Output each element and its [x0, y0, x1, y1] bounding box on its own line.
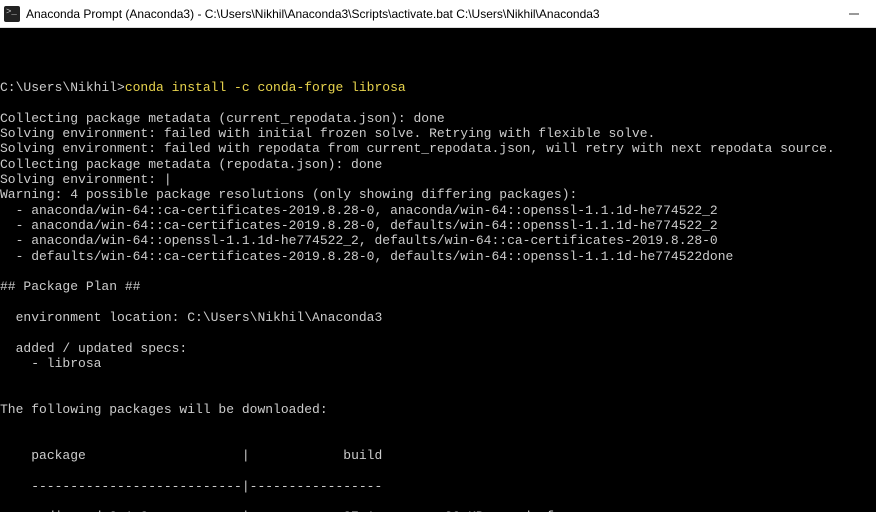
output-line: - anaconda/win-64::ca-certificates-2019.… [0, 203, 876, 218]
output-line: environment location: C:\Users\Nikhil\An… [0, 310, 876, 325]
output-line: - anaconda/win-64::ca-certificates-2019.… [0, 218, 876, 233]
blank-line [0, 49, 876, 64]
output-line: The following packages will be downloade… [0, 402, 876, 417]
minimize-icon [849, 9, 859, 19]
output-line [0, 295, 876, 310]
output-line [0, 387, 876, 402]
output-line: Collecting package metadata (current_rep… [0, 111, 876, 126]
table-separator: ---------------------------|------------… [0, 479, 876, 494]
output-line: Warning: 4 possible package resolutions … [0, 187, 876, 202]
minimize-button[interactable] [831, 0, 876, 28]
col-build: build [343, 448, 382, 463]
output-line [0, 417, 876, 432]
output-line: - defaults/win-64::ca-certificates-2019.… [0, 249, 876, 264]
entered-command: conda install -c conda-forge librosa [125, 80, 406, 95]
terminal-output[interactable]: C:\Users\Nikhil>conda install -c conda-f… [0, 28, 876, 512]
output-line: Collecting package metadata (repodata.js… [0, 157, 876, 172]
table-header-row: package | build [0, 448, 876, 463]
window-title: Anaconda Prompt (Anaconda3) - C:\Users\N… [26, 7, 600, 21]
output-lines: Collecting package metadata (current_rep… [0, 111, 876, 433]
output-line [0, 371, 876, 386]
col-package: package [31, 448, 86, 463]
window-controls [831, 0, 876, 28]
output-line: Solving environment: failed with repodat… [0, 141, 876, 156]
titlebar-left: Anaconda Prompt (Anaconda3) - C:\Users\N… [0, 6, 600, 22]
output-line: Solving environment: | [0, 172, 876, 187]
output-line [0, 264, 876, 279]
output-line: ## Package Plan ## [0, 279, 876, 294]
output-line: - librosa [0, 356, 876, 371]
shell-prompt: C:\Users\Nikhil> [0, 80, 125, 95]
output-line: Solving environment: failed with initial… [0, 126, 876, 141]
output-line: added / updated specs: [0, 341, 876, 356]
window-titlebar: Anaconda Prompt (Anaconda3) - C:\Users\N… [0, 0, 876, 28]
prompt-line: C:\Users\Nikhil>conda install -c conda-f… [0, 80, 876, 95]
terminal-icon [4, 6, 20, 22]
output-line [0, 325, 876, 340]
output-line: - anaconda/win-64::openssl-1.1.1d-he7745… [0, 233, 876, 248]
